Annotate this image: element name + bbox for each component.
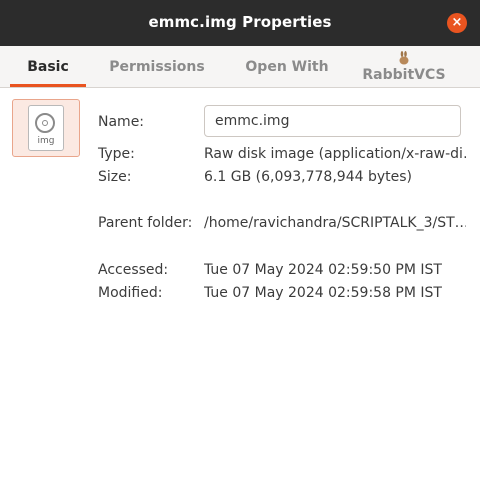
title-bar: emmc.img Properties × bbox=[0, 0, 480, 46]
size-value: 6.1 GB (6,093,778,944 bytes) bbox=[204, 169, 412, 185]
tab-rabbitvcs[interactable]: RabbitVCS bbox=[356, 46, 452, 87]
tab-open-with-label: Open With bbox=[245, 59, 329, 75]
parent-folder-label: Parent folder: bbox=[98, 215, 193, 231]
type-label: Type: bbox=[98, 146, 135, 162]
size-label: Size: bbox=[98, 169, 132, 185]
type-value: Raw disk image (application/x-raw-di… bbox=[204, 146, 466, 162]
parent-folder-value[interactable]: /home/ravichandra/SCRIPTALK_3/ST… bbox=[204, 215, 466, 231]
file-icon-button[interactable]: img bbox=[12, 99, 80, 157]
tab-permissions[interactable]: Permissions bbox=[104, 46, 210, 87]
tab-basic-label: Basic bbox=[27, 59, 69, 75]
disk-image-icon: img bbox=[28, 105, 64, 151]
tab-open-with[interactable]: Open With bbox=[236, 46, 338, 87]
rabbit-icon bbox=[399, 51, 409, 65]
name-input[interactable]: emmc.img bbox=[204, 105, 461, 137]
modified-label: Modified: bbox=[98, 285, 163, 301]
file-icon-tag: img bbox=[37, 136, 55, 146]
window-title: emmc.img Properties bbox=[148, 13, 332, 31]
modified-value: Tue 07 May 2024 02:59:58 PM IST bbox=[204, 285, 442, 301]
tab-rabbitvcs-label: RabbitVCS bbox=[362, 67, 446, 83]
name-label: Name: bbox=[98, 114, 145, 130]
close-button[interactable]: × bbox=[447, 13, 467, 33]
disc-icon bbox=[35, 113, 55, 133]
accessed-value: Tue 07 May 2024 02:59:50 PM IST bbox=[204, 262, 442, 278]
tab-bar: Basic Permissions Open With RabbitVCS bbox=[0, 46, 480, 88]
tab-basic[interactable]: Basic bbox=[10, 46, 86, 87]
tab-permissions-label: Permissions bbox=[109, 59, 205, 75]
accessed-label: Accessed: bbox=[98, 262, 169, 278]
